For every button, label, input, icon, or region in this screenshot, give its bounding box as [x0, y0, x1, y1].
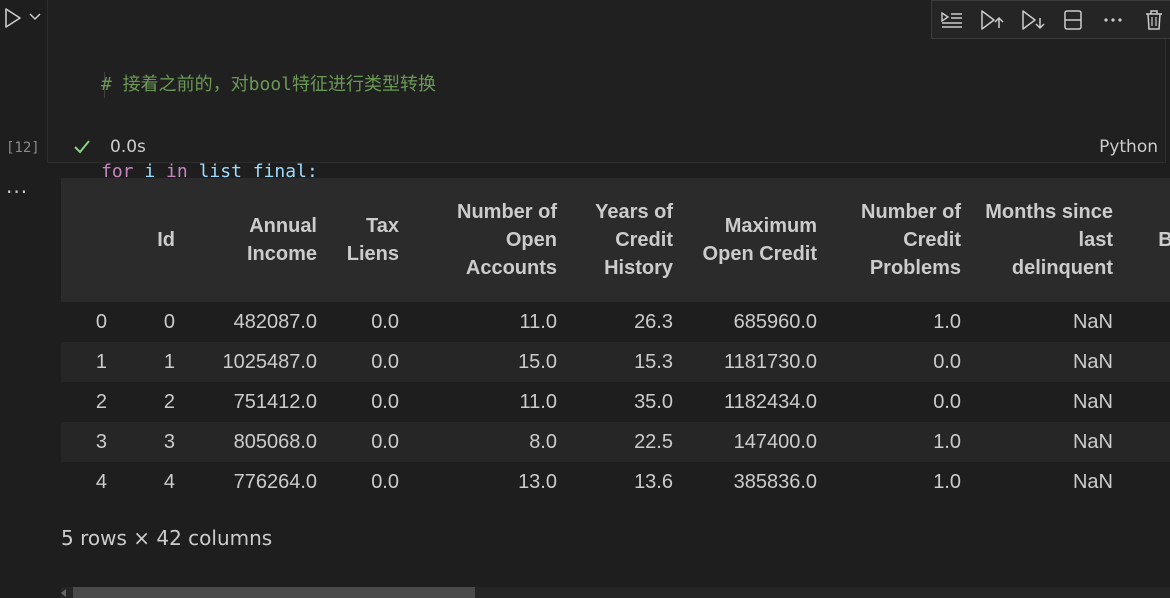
cell-toolbar — [931, 0, 1170, 39]
column-header: Number of Credit Problems — [861, 201, 961, 279]
table-cell: NaN — [1072, 430, 1113, 453]
check-icon — [74, 140, 90, 154]
table-cell: 0.0 — [933, 390, 961, 413]
row-index: 4 — [95, 470, 107, 493]
table-cell: 22.5 — [634, 430, 673, 453]
table-cell: 0.0 — [371, 430, 399, 453]
column-header: Tax Liens — [346, 215, 399, 265]
table-cell: 15.3 — [634, 350, 673, 373]
execute-below-button[interactable] — [1013, 2, 1053, 38]
chevron-down-icon[interactable] — [29, 11, 41, 23]
more-actions-button[interactable] — [1093, 2, 1133, 38]
column-header — [61, 178, 117, 302]
execution-time: 0.0s — [110, 137, 146, 157]
table-cell: 1.0 — [933, 430, 961, 453]
column-header: Annual Income — [246, 215, 317, 265]
table-cell: 0.0 — [371, 390, 399, 413]
table-cell: NaN — [1072, 470, 1113, 493]
table-cell: 15.0 — [518, 350, 557, 373]
code-line-1: # 接着之前的，对bool特征进行类型转换 — [101, 70, 754, 99]
execute-below-icon — [1022, 9, 1045, 30]
table-row: 1 1 1025487.0 0.0 15.0 15.3 1181730.0 0.0 NaN 0.0… — [61, 342, 1170, 382]
horizontal-scrollbar[interactable] — [61, 587, 1170, 598]
table-cell: 776264.0 — [233, 470, 317, 493]
execution-count: [12] — [6, 140, 40, 156]
table-cell: 2 — [163, 390, 175, 413]
table-cell: 11.0 — [519, 390, 557, 413]
language-indicator[interactable]: Python — [1099, 137, 1158, 157]
table-cell: 1181730.0 — [723, 350, 817, 373]
dataframe-output: Id Annual Income Tax Liens Number of Open A… — [61, 178, 1170, 518]
column-header: Maximum Open Credit — [702, 215, 817, 265]
table-cell: 3 — [163, 430, 175, 453]
row-index: 0 — [95, 310, 107, 333]
table-cell: 385836.0 — [733, 470, 817, 493]
table-cell: 35.0 — [634, 390, 673, 413]
table-cell: 26.3 — [634, 310, 673, 333]
delete-icon — [1145, 9, 1162, 30]
table-cell: 0 — [163, 310, 175, 333]
table-row: 33805068.00.08.022.5147400.01.0NaN1.0121… — [61, 422, 1170, 462]
table-cell: 0.0 — [1123, 342, 1170, 382]
table-cell: NaN — [1072, 310, 1113, 333]
table-header-row: Id Annual Income Tax Liens Number of Open A… — [61, 178, 1170, 302]
execute-above-button[interactable] — [972, 2, 1012, 38]
output-more-icon[interactable]: ··· — [6, 180, 28, 204]
table-cell: 1.0 — [1123, 302, 1170, 342]
table-cell: 0.0 — [1123, 462, 1170, 502]
table-cell: 0.0 — [371, 310, 399, 333]
table-cell: 1.0 — [933, 310, 961, 333]
table-cell: 751412.0 — [233, 390, 317, 413]
scroll-left-arrow-icon[interactable] — [61, 589, 66, 597]
table-cell: 1 — [163, 350, 175, 373]
table-cell: 1.0 — [933, 470, 961, 493]
scrollbar-thumb[interactable] — [73, 587, 475, 598]
table-cell: 4 — [163, 470, 175, 493]
split-cell-button[interactable] — [1053, 2, 1093, 38]
table-cell: 1.0 — [1123, 422, 1170, 462]
delete-cell-button[interactable] — [1134, 2, 1170, 38]
table-cell: 0.0 — [933, 350, 961, 373]
more-icon — [1104, 17, 1123, 22]
cell-run-controls — [0, 0, 47, 40]
column-header: Months since last delinquent — [985, 201, 1113, 279]
table-cell: 0.0 — [371, 350, 399, 373]
table-cell: 805068.0 — [233, 430, 317, 453]
dataframe-table: Id Annual Income Tax Liens Number of Open A… — [61, 178, 1170, 502]
table-row: 00482087.00.011.026.3685960.01.0NaN1.099… — [61, 302, 1170, 342]
table-cell: 685960.0 — [733, 310, 817, 333]
column-header: Id — [157, 229, 175, 251]
run-by-line-icon — [941, 11, 963, 28]
table-cell: NaN — [1072, 350, 1113, 373]
table-cell: 0.0 — [371, 470, 399, 493]
table-cell: 1025487.0 — [222, 350, 317, 373]
table-cell: 8.0 — [529, 430, 557, 453]
dataframe-shape: 5 rows × 42 columns — [61, 526, 273, 550]
row-index: 3 — [95, 430, 107, 453]
run-cell-icon[interactable] — [2, 7, 24, 29]
code-comment: # 接着之前的，对bool特征进行类型转换 — [101, 74, 437, 95]
column-header: Bankruptcies — [1158, 229, 1170, 251]
column-header: Years of Credit History — [595, 201, 673, 279]
table-cell: 0.0 — [1123, 382, 1170, 422]
table-row: 44776264.00.013.013.6385836.01.0NaN0.012… — [61, 462, 1170, 502]
run-by-line-button[interactable] — [932, 2, 972, 38]
table-cell: 13.6 — [634, 470, 673, 493]
table-body: 00482087.00.011.026.3685960.01.0NaN1.099… — [61, 302, 1170, 502]
table-cell: 482087.0 — [233, 310, 317, 333]
table-cell: 147400.0 — [733, 430, 817, 453]
column-header: Number of Open Accounts — [457, 201, 557, 279]
row-index: 2 — [95, 390, 107, 413]
table-cell: 13.0 — [518, 470, 557, 493]
split-cell-icon — [1064, 9, 1082, 30]
row-index: 1 — [95, 350, 107, 373]
table-row: 22751412.00.011.035.01182434.00.0NaN0.09… — [61, 382, 1170, 422]
table-cell: 1182434.0 — [723, 390, 817, 413]
execute-above-icon — [981, 9, 1005, 30]
table-cell: NaN — [1072, 390, 1113, 413]
table-cell: 11.0 — [519, 310, 557, 333]
